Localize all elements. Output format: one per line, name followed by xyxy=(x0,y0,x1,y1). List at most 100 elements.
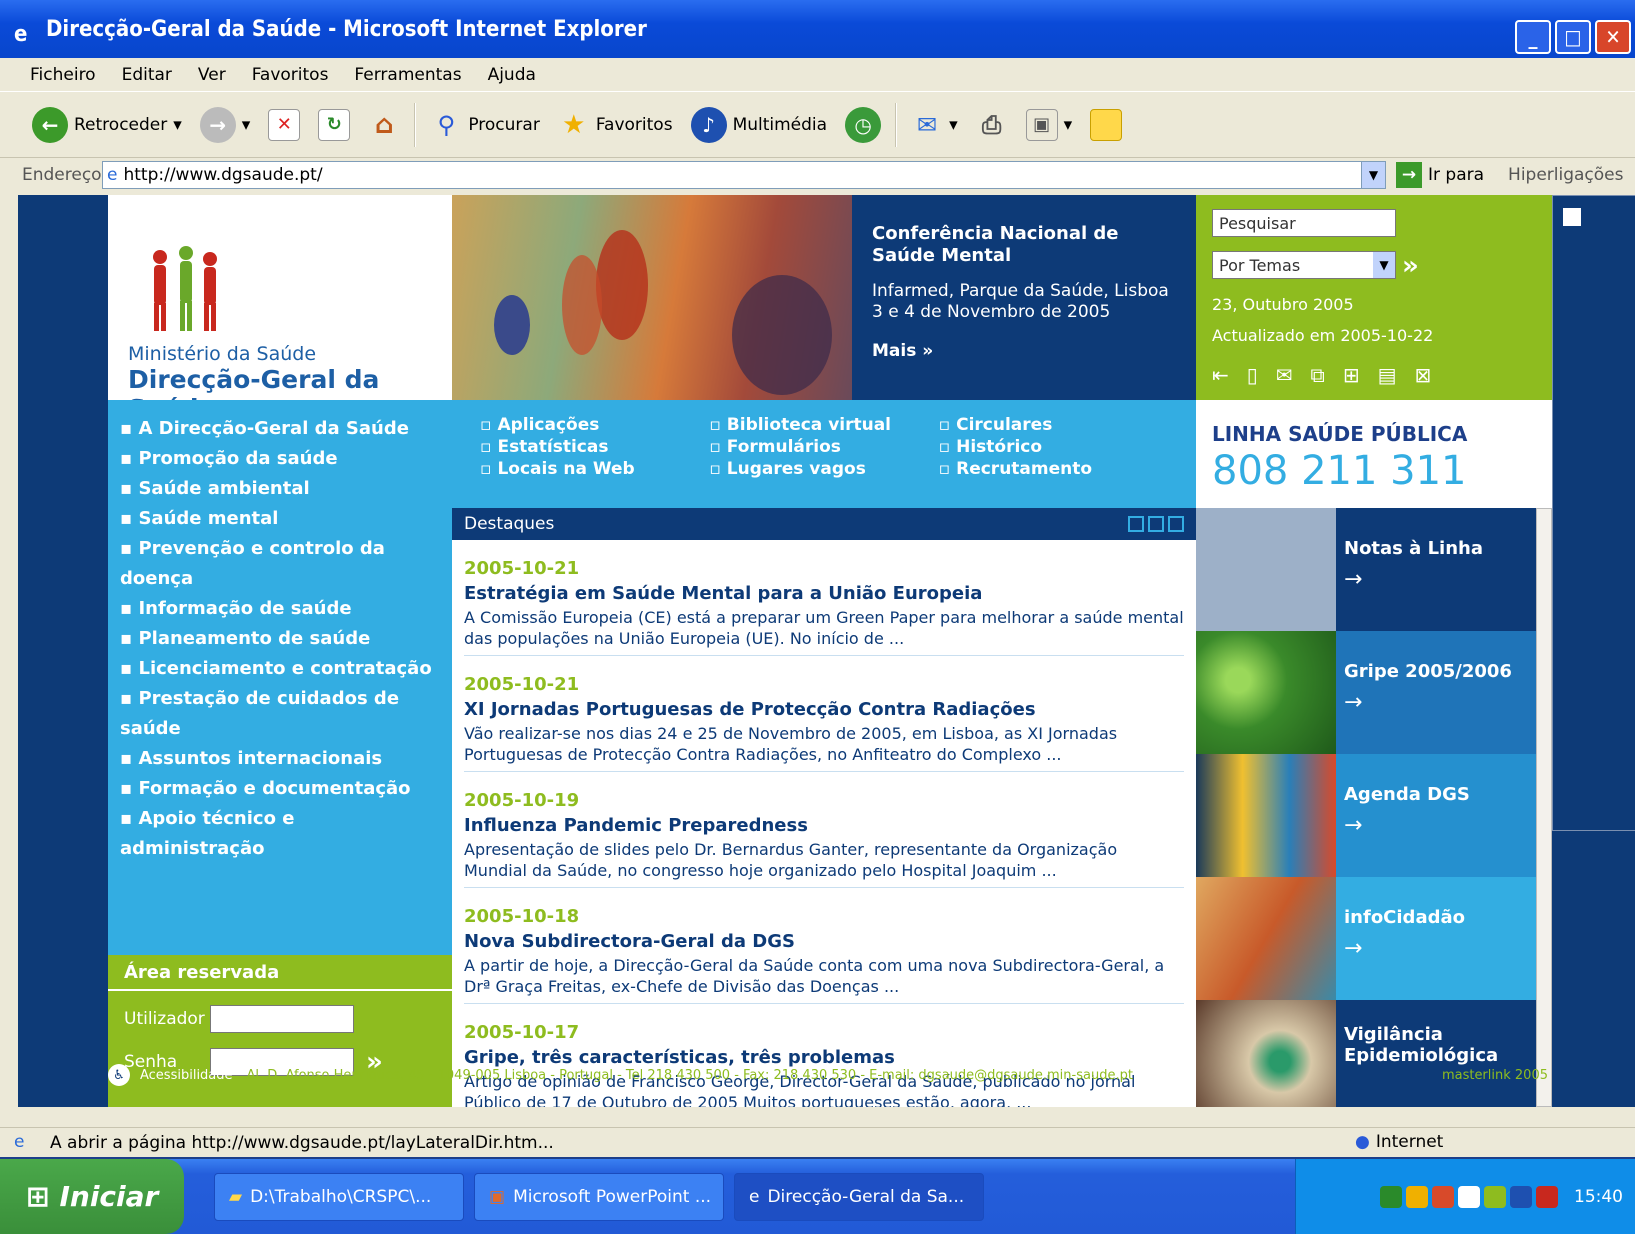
nav-item[interactable]: ▪ Apoio técnico e administração xyxy=(120,804,440,864)
nav-item[interactable]: ▪ Assuntos internacionais xyxy=(120,744,440,774)
conference-dates: 3 e 4 de Novembro de 2005 xyxy=(872,302,1111,322)
feature-agenda[interactable]: Agenda DGS → xyxy=(1196,754,1536,877)
news-item[interactable]: 2005-10-21 XI Jornadas Portuguesas de Pro… xyxy=(464,656,1184,772)
quick-link[interactable]: ▫ Formulários xyxy=(709,436,938,458)
system-tray: 15:40 xyxy=(1295,1159,1635,1234)
refresh-icon: ↻ xyxy=(318,108,351,141)
conference-title[interactable]: Conferência Nacional de Saúde Mental xyxy=(872,223,1176,267)
nav-item[interactable]: ▪ Formação e documentação xyxy=(120,774,440,804)
news-item[interactable]: 2005-10-18 Nova Subdirectora-Geral da DGS… xyxy=(464,888,1184,1004)
edit-button[interactable]: ▣ ▾ xyxy=(1022,101,1077,149)
title-bar: e Direcção-Geral da Saúde - Microsoft In… xyxy=(0,0,1635,58)
user-input[interactable] xyxy=(210,1005,354,1033)
tray-icon[interactable] xyxy=(1458,1185,1480,1208)
menu-editar[interactable]: Editar xyxy=(122,65,172,85)
hotline-label: LINHA SAÚDE PÚBLICA xyxy=(1212,422,1468,446)
address-input[interactable]: e http://www.dgsaude.pt/ ▼ xyxy=(102,161,1386,189)
hotline-box: LINHA SAÚDE PÚBLICA 808 211 311 xyxy=(1196,400,1552,508)
chevron-down-icon[interactable]: ▼ xyxy=(1361,162,1385,188)
share-icon[interactable]: ⧉ xyxy=(1311,363,1325,387)
menu-favoritos[interactable]: Favoritos xyxy=(252,65,329,85)
tray-icon[interactable] xyxy=(1484,1185,1506,1208)
toolbar-separator xyxy=(895,102,898,147)
start-button[interactable]: ⊞ Iniciar xyxy=(0,1159,184,1234)
news-item[interactable]: 2005-10-21 Estratégia em Saúde Mental par… xyxy=(464,540,1184,656)
menu-ficheiro[interactable]: Ficheiro xyxy=(30,65,96,85)
nav-item[interactable]: ▪ A Direcção-Geral da Saúde xyxy=(120,414,440,444)
nav-item[interactable]: ▪ Planeamento de saúde xyxy=(120,624,440,654)
login-icon[interactable]: ⇤ xyxy=(1212,363,1229,387)
menu-ferramentas[interactable]: Ferramentas xyxy=(354,65,461,85)
nav-item[interactable]: ▪ Licenciamento e contratação xyxy=(120,654,440,684)
nav-item[interactable]: ▪ Prevenção e controlo da doença xyxy=(120,534,440,594)
maximize-button[interactable]: □ xyxy=(1555,20,1591,54)
history-button[interactable]: ◷ xyxy=(841,101,885,149)
more-link[interactable]: Mais » xyxy=(872,341,1176,361)
hotline-number: 808 211 311 xyxy=(1212,448,1467,494)
menu-ajuda[interactable]: Ajuda xyxy=(488,65,536,85)
feature-info[interactable]: infoCidadão → xyxy=(1196,877,1536,1000)
quick-link[interactable]: ▫ Lugares vagos xyxy=(709,458,938,480)
quick-link[interactable]: ▫ Biblioteca virtual xyxy=(709,414,938,436)
frame-scrollbar[interactable] xyxy=(1536,508,1552,1107)
refresh-button[interactable]: ↻ xyxy=(314,101,354,149)
nav-item[interactable]: ▪ Informação de saúde xyxy=(120,594,440,624)
close-button[interactable]: ✕ xyxy=(1595,20,1631,54)
sitemap-icon[interactable]: ⊞ xyxy=(1343,363,1360,387)
search-go-icon[interactable]: » xyxy=(1402,251,1419,281)
quick-link[interactable]: ▫ Estatísticas xyxy=(480,436,709,458)
quick-link[interactable]: ▫ Recrutamento xyxy=(939,458,1168,480)
toolbar-separator xyxy=(414,102,417,147)
tray-icon[interactable] xyxy=(1536,1185,1558,1208)
media-button[interactable]: ♪ Multimédia xyxy=(687,101,832,149)
back-button[interactable]: ← Retroceder ▾ xyxy=(28,101,186,149)
quick-link[interactable]: ▫ Histórico xyxy=(939,436,1168,458)
taskbar: ⊞ Iniciar ▰ D:\Trabalho\CRSPC\... ▣ Microso… xyxy=(0,1159,1635,1234)
nav-item[interactable]: ▪ Prestação de cuidados de saúde xyxy=(120,684,440,744)
star-icon: ★ xyxy=(562,109,586,140)
site-logo[interactable]: Ministério da Saúde Direcção-Geral da Sa… xyxy=(108,195,452,423)
nav-item[interactable]: ▪ Saúde mental xyxy=(120,504,440,534)
news-item[interactable]: 2005-10-19 Influenza Pandemic Preparednes… xyxy=(464,772,1184,888)
view-toggle-icons[interactable] xyxy=(1128,516,1184,532)
quick-link[interactable]: ▫ Circulares xyxy=(939,414,1168,436)
status-bar: e A abrir a página http://www.dgsaude.pt… xyxy=(0,1127,1635,1157)
feature-gripe[interactable]: Gripe 2005/2006 → xyxy=(1196,631,1536,754)
stop-button[interactable]: ✕ xyxy=(264,101,304,149)
feature-notas[interactable]: Notas à Linha → xyxy=(1196,508,1536,631)
nav-item[interactable]: ▪ Saúde ambiental xyxy=(120,474,440,504)
links-button[interactable]: Hiperligações xyxy=(1508,165,1623,185)
tray-icon[interactable] xyxy=(1510,1185,1532,1208)
search-input[interactable]: Pesquisar xyxy=(1212,209,1396,237)
arrow-right-icon: → xyxy=(1344,813,1363,838)
minimize-button[interactable]: _ xyxy=(1515,20,1551,54)
task-ie[interactable]: e Direcção-Geral da Sa... xyxy=(734,1172,984,1221)
menu-ver[interactable]: Ver xyxy=(198,65,226,85)
quick-link[interactable]: ▫ Locais na Web xyxy=(480,458,709,480)
calendar-icon[interactable]: ▯ xyxy=(1247,363,1258,387)
note-button[interactable] xyxy=(1086,101,1126,149)
print-button[interactable]: ⎙ xyxy=(972,101,1012,149)
theme-select[interactable]: Por Temas ▼ xyxy=(1212,251,1396,279)
home-button[interactable]: ⌂ xyxy=(364,101,404,149)
task-powerpoint[interactable]: ▣ Microsoft PowerPoint ... xyxy=(474,1172,724,1221)
search-button[interactable]: ⚲ Procurar xyxy=(426,101,544,149)
mail-icon[interactable]: ✉ xyxy=(1276,363,1293,387)
quick-link[interactable]: ▫ Aplicações xyxy=(480,414,709,436)
close-icon[interactable]: ⊠ xyxy=(1415,363,1432,387)
forward-button[interactable]: → ▾ xyxy=(196,101,255,149)
task-folder[interactable]: ▰ D:\Trabalho\CRSPC\... xyxy=(214,1172,464,1221)
search-panel: Pesquisar Por Temas ▼ » 23, Outubro 2005 … xyxy=(1196,195,1552,400)
footer-brand[interactable]: masterlink 2005 xyxy=(1442,1068,1548,1083)
stop-icon: ✕ xyxy=(268,108,301,141)
media-icon: ♪ xyxy=(690,106,727,143)
tray-icon[interactable] xyxy=(1432,1185,1454,1208)
print-icon[interactable]: ▤ xyxy=(1378,363,1397,387)
mail-button[interactable]: ✉ ▾ xyxy=(907,101,962,149)
favorites-button[interactable]: ★ Favoritos xyxy=(554,101,677,149)
tray-icon[interactable] xyxy=(1406,1185,1428,1208)
accessibility-link[interactable]: Acessibilidade xyxy=(140,1068,233,1083)
nav-item[interactable]: ▪ Promoção da saúde xyxy=(120,444,440,474)
go-button[interactable]: → Ir para xyxy=(1386,162,1484,188)
tray-icon[interactable] xyxy=(1380,1185,1402,1208)
